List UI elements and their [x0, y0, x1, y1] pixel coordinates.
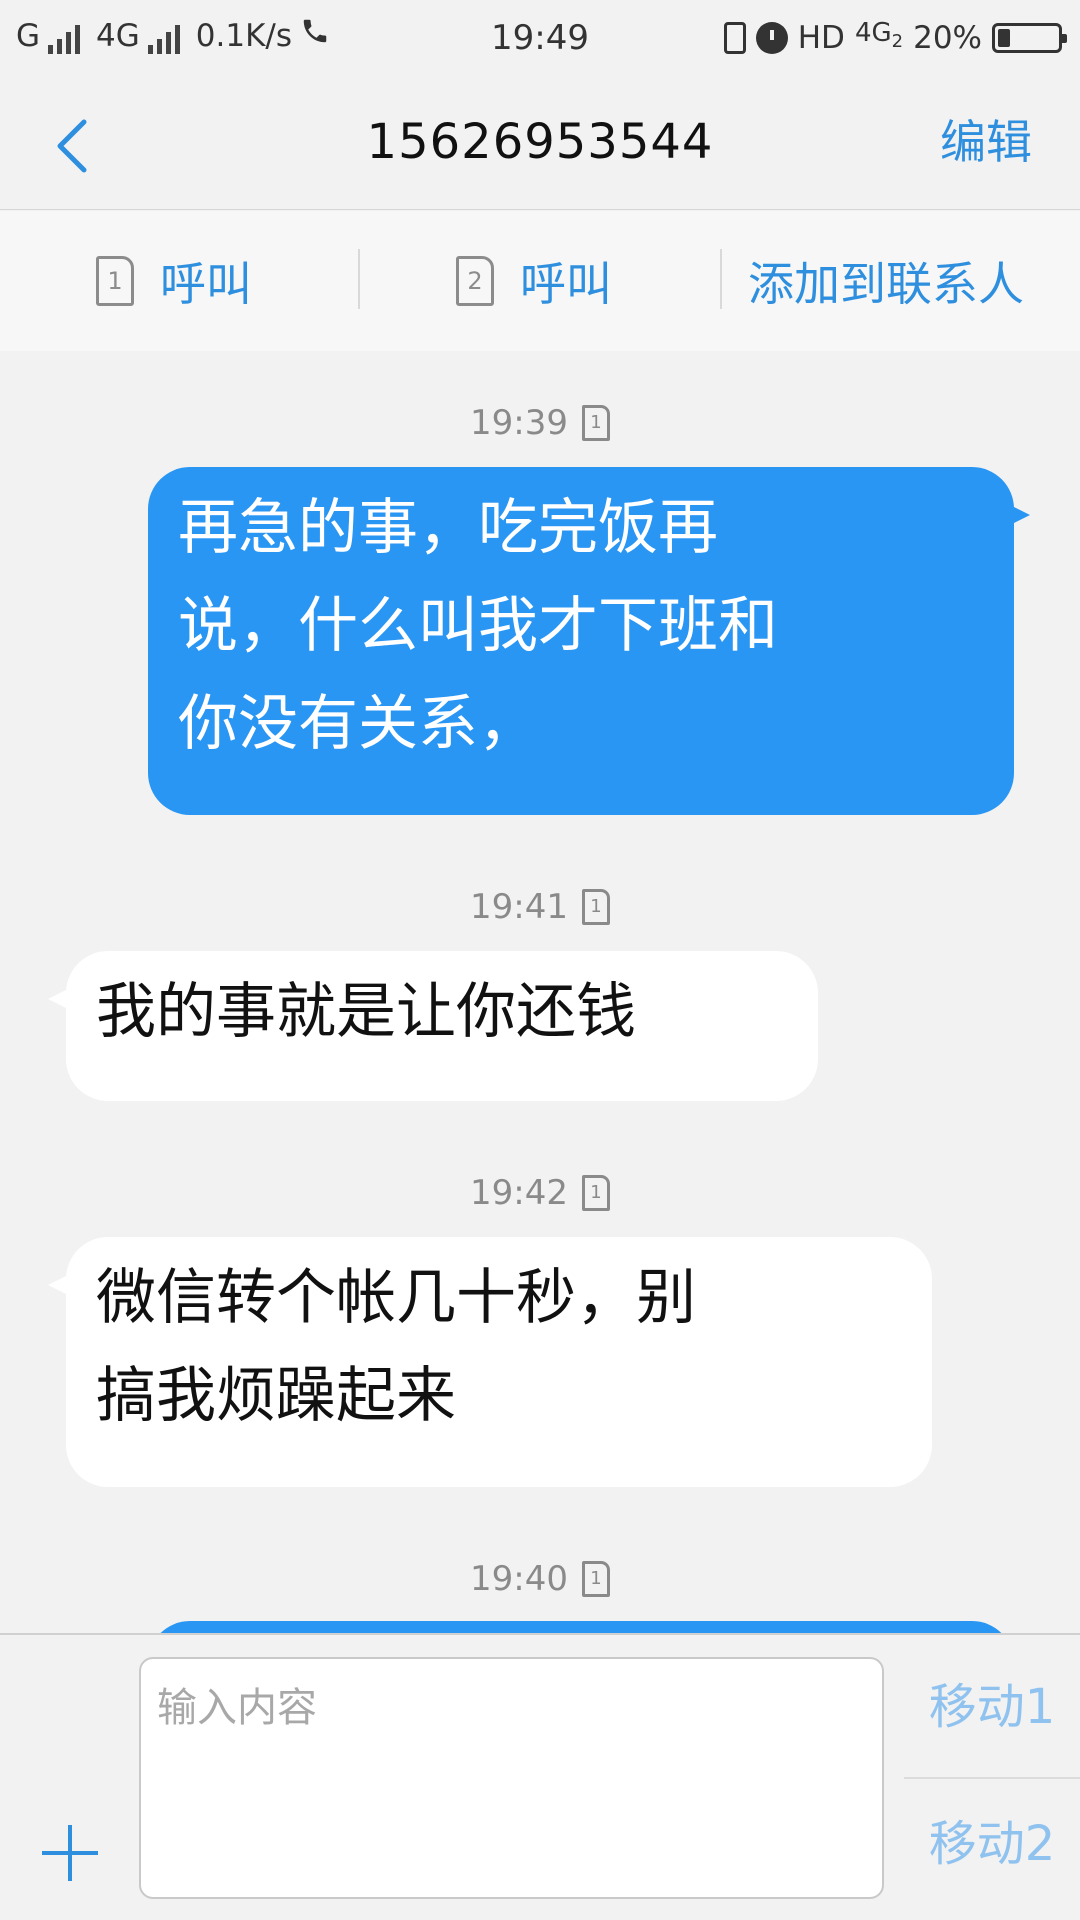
signal1-icon: [48, 24, 81, 54]
composer: 移动1 移动2: [0, 1633, 1080, 1920]
send-sim1-button[interactable]: 移动1: [904, 1635, 1080, 1769]
battery-percent: 20%: [913, 20, 982, 56]
message-list[interactable]: 19:39 1 再急的事，吃完饭再 说，什么叫我才下班和 你没有关系， 19:41…: [0, 351, 1080, 1633]
battery-fill: [998, 29, 1010, 47]
sim-icon: 1: [581, 1175, 610, 1211]
bubble-tail: [1006, 503, 1030, 527]
sim-icon: 1: [581, 405, 610, 441]
sim1-icon: 1: [96, 256, 134, 306]
message-line: 我的事就是让你还钱: [96, 977, 636, 1047]
bubble-tail: [48, 987, 72, 1011]
call-sim2-label: 呼叫: [520, 257, 612, 311]
message-timestamp: 19:41 1: [0, 885, 1080, 929]
hd-label: HD: [797, 20, 845, 56]
message-line: 微信转个帐几十秒，别: [96, 1263, 696, 1333]
carrier2-label: 4G: [96, 18, 140, 54]
vibrate-icon: [723, 22, 746, 54]
alarm-icon: [755, 22, 788, 54]
add-contact-label: 添加到联系人: [748, 257, 1024, 311]
plus-icon[interactable]: [42, 1825, 98, 1881]
sim2-icon: 2: [456, 256, 494, 306]
back-button[interactable]: [50, 116, 100, 176]
battery-icon: [992, 23, 1067, 53]
sim-icon: 1: [581, 889, 610, 925]
incoming-message-bubble[interactable]: 我的事就是让你还钱: [66, 951, 818, 1101]
carrier1-label: G: [16, 18, 41, 54]
add-contact-button[interactable]: 添加到联系人: [748, 249, 1024, 313]
call-sim1-button[interactable]: 1 呼叫: [96, 249, 252, 313]
contact-number-title: 15626953544: [366, 114, 714, 170]
status-bar: G 4G 0.1K/s 19:49 HD 4G2 20%: [0, 0, 1080, 76]
message-timestamp: 19:42 1: [0, 1171, 1080, 1215]
conversation-header: 15626953544 编辑: [0, 76, 1080, 210]
status-left: G 4G 0.1K/s: [16, 18, 330, 54]
incoming-message-bubble[interactable]: 微信转个帐几十秒，别 搞我烦躁起来: [66, 1237, 932, 1487]
message-input[interactable]: [139, 1657, 884, 1899]
action-row: 1 呼叫 2 呼叫 添加到联系人: [0, 211, 1080, 351]
message-timestamp: 19:39 1: [0, 401, 1080, 445]
status-right: HD 4G2 20%: [723, 18, 1067, 58]
call-icon: [300, 16, 330, 54]
message-timestamp: 19:40 1: [0, 1557, 1080, 1601]
sim-icon: 1: [581, 1561, 610, 1597]
message-line: 再急的事，吃完饭再: [178, 493, 718, 563]
send-sim2-button[interactable]: 移动2: [904, 1772, 1080, 1906]
call-sim1-label: 呼叫: [160, 257, 252, 311]
outgoing-message-bubble[interactable]: [148, 1621, 1014, 1633]
divider: [358, 249, 360, 309]
back-chevron-icon: [57, 119, 87, 173]
outgoing-message-bubble[interactable]: 再急的事，吃完饭再 说，什么叫我才下班和 你没有关系，: [148, 467, 1014, 815]
message-line: 说，什么叫我才下班和: [178, 591, 778, 661]
bubble-tail: [48, 1273, 72, 1297]
network-type-label: 4G2: [854, 18, 904, 53]
network-speed: 0.1K/s: [195, 18, 293, 54]
signal2-icon: [147, 24, 180, 54]
edit-button[interactable]: 编辑: [940, 112, 1032, 172]
message-line: 搞我烦躁起来: [96, 1361, 456, 1431]
divider: [720, 249, 722, 309]
message-line: 你没有关系，: [178, 689, 538, 759]
call-sim2-button[interactable]: 2 呼叫: [456, 249, 612, 313]
